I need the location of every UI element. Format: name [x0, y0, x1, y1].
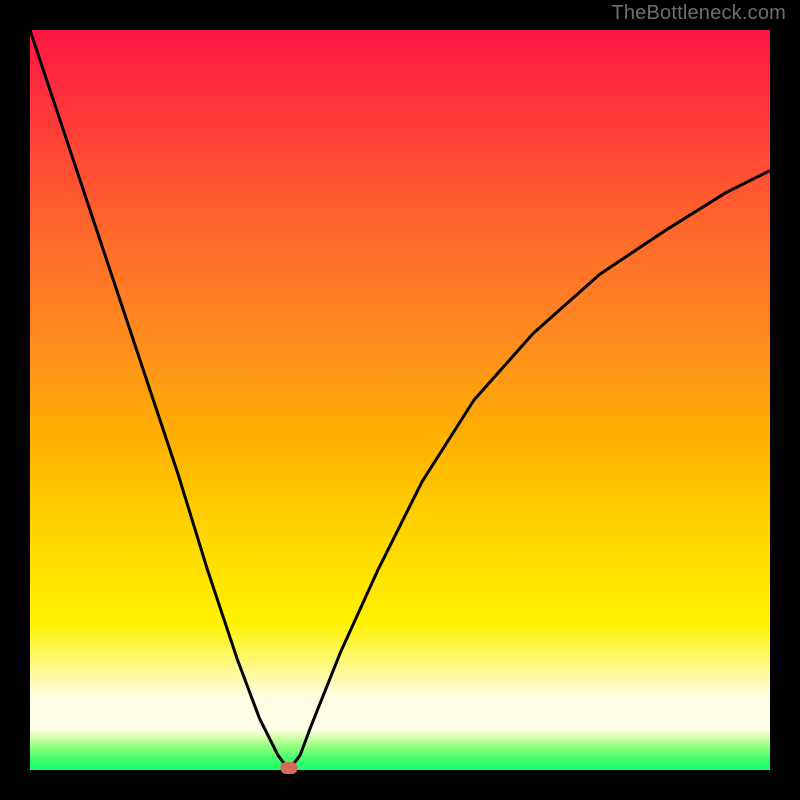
bottleneck-chart: [0, 0, 800, 800]
optimal-point-marker: [281, 763, 297, 774]
plot-gradient-background: [30, 30, 770, 770]
watermark-text: TheBottleneck.com: [611, 2, 786, 25]
chart-frame: TheBottleneck.com: [0, 0, 800, 800]
